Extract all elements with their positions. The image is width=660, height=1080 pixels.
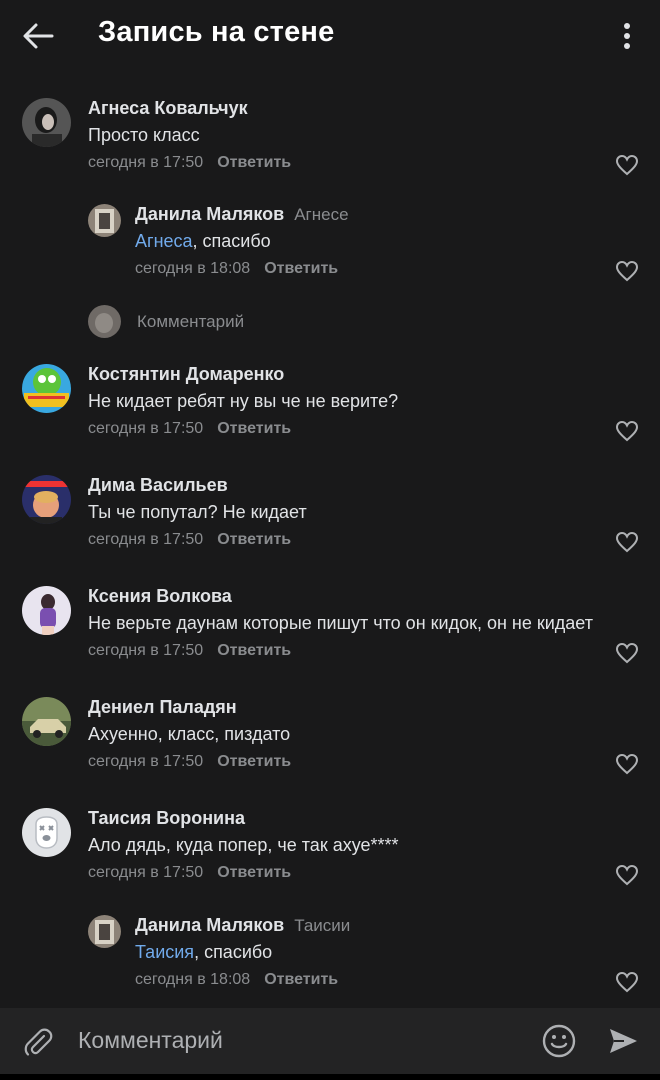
back-arrow-icon[interactable] — [18, 18, 58, 54]
heart-icon[interactable] — [615, 864, 639, 886]
avatar[interactable] — [22, 98, 71, 147]
reply-button[interactable]: Ответить — [217, 864, 291, 881]
bottom-edge — [0, 1074, 660, 1080]
comment-input[interactable]: Комментарий — [78, 1027, 223, 1054]
reply-button[interactable]: Ответить — [217, 154, 291, 171]
comment-text: Ахуенно, класс, пиздато — [88, 724, 291, 744]
send-icon[interactable] — [606, 1024, 640, 1058]
timestamp: сегодня в 17:50 — [88, 753, 204, 770]
mention-link[interactable]: Таисия — [135, 942, 194, 962]
heart-icon[interactable] — [615, 531, 639, 553]
heart-icon[interactable] — [615, 420, 639, 442]
author-name[interactable]: Данила Маляков — [135, 204, 284, 224]
timestamp: сегодня в 17:50 — [88, 642, 204, 659]
author-name[interactable]: Данила Маляков — [135, 915, 284, 935]
reply-to: Агнесе — [294, 205, 349, 224]
avatar[interactable] — [22, 364, 71, 413]
reply-button[interactable]: Ответить — [217, 531, 291, 548]
reply-to: Таисии — [294, 916, 351, 935]
comment-text: Просто класс — [88, 125, 200, 145]
comment-text: Не кидает ребят ну вы че не верите? — [88, 391, 399, 411]
comment-text: Ты че попутал? Не кидает — [88, 502, 307, 522]
reply-button[interactable]: Ответить — [217, 420, 291, 437]
avatar[interactable] — [88, 915, 121, 948]
author-name[interactable]: Агнеса Ковальчук — [88, 98, 291, 119]
author-name[interactable]: Ксения Волкова — [88, 586, 593, 607]
reply-button[interactable]: Ответить — [217, 753, 291, 770]
author-name[interactable]: Таисия Воронина — [88, 808, 399, 829]
heart-icon[interactable] — [615, 260, 639, 282]
reply-button[interactable]: Ответить — [217, 642, 291, 659]
reply-button[interactable]: Ответить — [264, 971, 338, 988]
comment-text: , спасибо — [194, 942, 273, 962]
paperclip-icon[interactable] — [22, 1027, 54, 1059]
timestamp: сегодня в 17:50 — [88, 154, 204, 171]
comment-text: Ало дядь, куда попер, че так ахуе**** — [88, 835, 399, 855]
avatar[interactable] — [22, 808, 71, 857]
comment-text: Не верьте даунам которые пишут что он ки… — [88, 613, 593, 633]
page-title: Запись на стене — [98, 16, 335, 48]
top-bar: Запись на стене — [0, 0, 660, 72]
avatar[interactable] — [22, 475, 71, 524]
heart-icon[interactable] — [615, 753, 639, 775]
author-name[interactable]: Дениел Паладян — [88, 697, 291, 718]
avatar[interactable] — [22, 697, 71, 746]
avatar[interactable] — [88, 204, 121, 237]
heart-icon[interactable] — [615, 642, 639, 664]
comment-composer: Комментарий — [0, 1008, 660, 1074]
author-name[interactable]: Дима Васильев — [88, 475, 307, 496]
comment-text: , спасибо — [192, 231, 271, 251]
timestamp: сегодня в 18:08 — [135, 971, 251, 988]
timestamp: сегодня в 18:08 — [135, 260, 251, 277]
mention-link[interactable]: Агнеса — [135, 231, 193, 251]
timestamp: сегодня в 17:50 — [88, 531, 204, 548]
avatar — [88, 305, 121, 338]
timestamp: сегодня в 17:50 — [88, 420, 204, 437]
avatar[interactable] — [22, 586, 71, 635]
reply-button[interactable]: Ответить — [264, 260, 338, 277]
timestamp: сегодня в 17:50 — [88, 864, 204, 881]
heart-icon[interactable] — [615, 154, 639, 176]
smile-icon[interactable] — [541, 1023, 577, 1059]
reply-placeholder[interactable]: Комментарий — [137, 312, 244, 332]
author-name[interactable]: Костянтин Домаренко — [88, 364, 398, 385]
heart-icon[interactable] — [615, 971, 639, 993]
more-vertical-icon[interactable] — [612, 18, 642, 54]
